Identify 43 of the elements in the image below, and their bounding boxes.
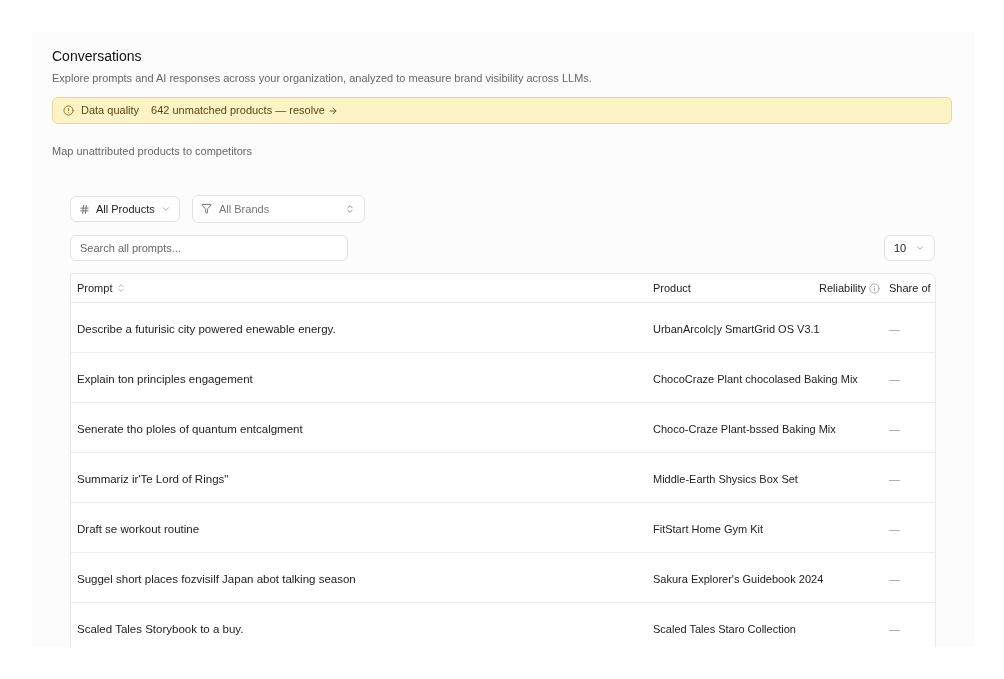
- prompt-cell: Draft se workout routine: [77, 522, 200, 535]
- share-cell: —: [889, 322, 900, 335]
- column-header: Share of: [889, 280, 931, 296]
- column-header: Product: [653, 280, 691, 296]
- section-subtitle: Map unattributed products to competitors: [52, 144, 252, 158]
- chevron-down-icon: [161, 204, 171, 214]
- prompt-cell: Scaled Tales Storybook to a buy.: [77, 622, 244, 635]
- info-icon[interactable]: [869, 282, 881, 294]
- prompt-cell: Explain ton principles engagement: [77, 372, 253, 385]
- product-cell: Middle-Earth Shysics Box Set: [653, 472, 798, 485]
- share-cell: —: [889, 372, 900, 385]
- filter-icon: [201, 203, 212, 214]
- chevron-down-icon: [915, 243, 925, 253]
- prompt-cell: Suggel short places fozvisilf Japan abot talking season: [77, 572, 356, 585]
- page-title: Conversations: [52, 48, 142, 65]
- share-cell: —: [889, 622, 900, 635]
- prompt-cell: Senerate tho ploles of quantum entcalgment: [77, 422, 303, 435]
- chevrons-up-down-icon: [345, 204, 355, 214]
- resolve-link[interactable]: 642 unmatched products — resolve: [151, 102, 338, 119]
- page-description: Explore prompts and AI responses across your organization, analyzed to measure brand visibility across LLMs.: [52, 71, 592, 85]
- product-cell: Choco-Craze Plant-bssed Baking Mix: [653, 422, 836, 435]
- page-size-select[interactable]: 10: [884, 235, 935, 261]
- sort-icon[interactable]: [116, 283, 127, 293]
- share-cell: —: [889, 522, 900, 535]
- product-cell: Scaled Tales Staro Collection: [653, 622, 796, 635]
- product-cell: FitStart Home Gym Kit: [653, 522, 764, 535]
- product-cell: UrbanArcolc|y SmartGrid OS V3.1: [653, 322, 820, 335]
- share-cell: —: [889, 572, 900, 585]
- prompt-cell: Describe a futurisic city powered enewable energy.: [77, 322, 336, 335]
- banner-label: Data quality: [81, 103, 140, 119]
- prompt-cell: Summariz ir'Te Lord of Rings": [77, 472, 229, 485]
- product-cell: Sakura Explorer's Guidebook 2024: [653, 572, 824, 585]
- product-cell: ChocoCraze Plant chocolased Baking Mix: [653, 372, 858, 385]
- column-header: Prompt: [77, 280, 113, 296]
- hash-icon: [79, 203, 90, 215]
- share-cell: —: [889, 472, 900, 485]
- product-filter-button[interactable]: All Products: [70, 196, 180, 222]
- share-cell: —: [889, 422, 900, 435]
- column-header: Reliability: [819, 280, 867, 296]
- alert-icon: [63, 105, 74, 116]
- brand-select[interactable]: All Brands: [192, 195, 365, 223]
- search-field[interactable]: Search all prompts...: [70, 235, 348, 261]
- arrow-right-icon: [327, 105, 338, 116]
